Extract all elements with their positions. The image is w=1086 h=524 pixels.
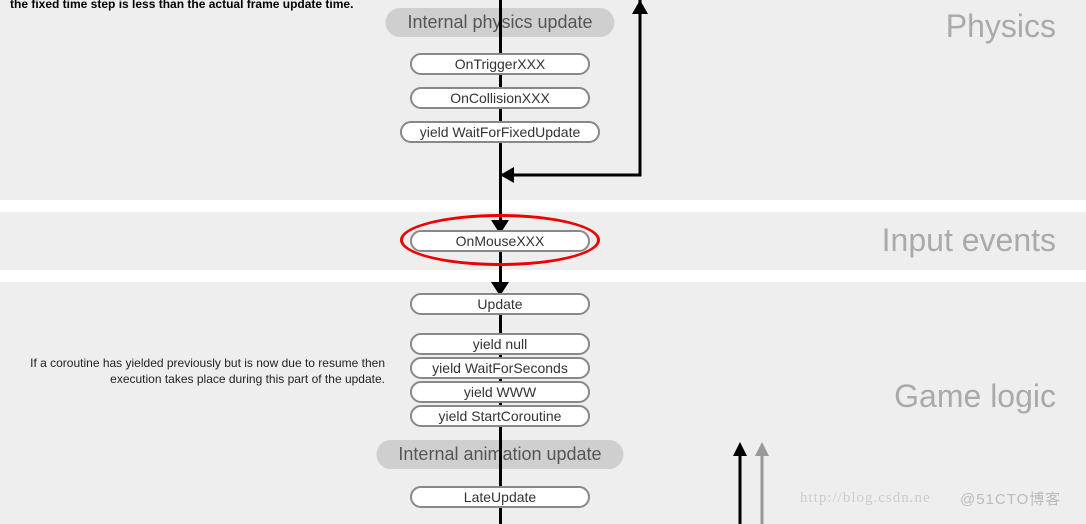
node-yield-waitforseconds: yield WaitForSeconds (410, 357, 590, 379)
node-lateupdate: LateUpdate (410, 486, 590, 508)
node-ontrigger: OnTriggerXXX (410, 53, 590, 75)
highlight-circle (400, 214, 600, 266)
node-yield-null: yield null (410, 333, 590, 355)
lateupdate-loop-gray (752, 440, 772, 524)
note-coroutine: If a coroutine has yielded previously bu… (20, 355, 385, 387)
lateupdate-loop-black (730, 440, 750, 524)
watermark-cto: @51CTO博客 (960, 488, 1061, 509)
node-yield-www: yield WWW (410, 381, 590, 403)
node-waitforfixed: yield WaitForFixedUpdate (400, 121, 600, 143)
section-input: Input events (882, 222, 1056, 259)
watermark-url: http://blog.csdn.ne (800, 490, 931, 507)
node-update: Update (410, 293, 590, 315)
section-physics: Physics (946, 8, 1056, 45)
node-oncollision: OnCollisionXXX (410, 87, 590, 109)
node-yield-startcoroutine: yield StartCoroutine (410, 405, 590, 427)
truncated-text: the fixed time step is less than the act… (10, 0, 390, 12)
section-gamelogic: Game logic (894, 378, 1056, 415)
